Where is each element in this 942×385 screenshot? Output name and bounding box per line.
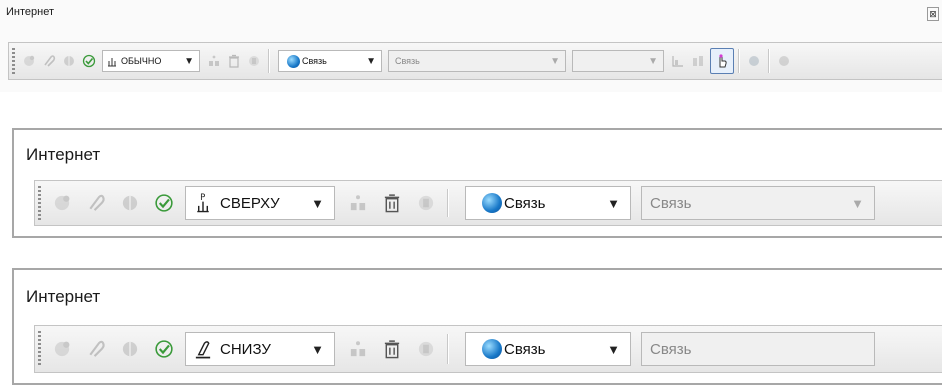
- attach-link-icon[interactable]: [81, 187, 111, 219]
- internet-toolbar-panel-bottom: Интернет СНИЗУ ▼ Связь ▼ Связь: [12, 268, 942, 385]
- trash-icon[interactable]: [224, 50, 244, 72]
- toolbar-separator: [447, 189, 449, 217]
- link-type-combo[interactable]: Связь ▼: [278, 50, 382, 72]
- check-link-icon[interactable]: [149, 333, 179, 365]
- distribute-icon[interactable]: [204, 50, 224, 72]
- link-type-value: Связь: [504, 194, 546, 212]
- attach-link-icon[interactable]: [39, 50, 59, 72]
- toolbar-separator: [268, 49, 270, 73]
- link-target-field[interactable]: Связь: [641, 332, 875, 366]
- hand-pointer-icon[interactable]: [710, 48, 734, 74]
- toolbar-separator: [447, 334, 449, 364]
- toolbar-grip[interactable]: [38, 186, 41, 220]
- chevron-down-icon[interactable]: ▼: [301, 342, 334, 357]
- panel-title: Интернет: [6, 6, 54, 18]
- insert-hyperlink-icon[interactable]: [19, 50, 39, 72]
- attach-link-icon[interactable]: [81, 333, 111, 365]
- panel-title: Интернет: [26, 145, 101, 164]
- link-target-field[interactable]: Связь ▼: [388, 50, 566, 72]
- anchor-bottom-icon: [186, 339, 220, 359]
- chevron-down-icon[interactable]: ▼: [179, 56, 199, 67]
- toolbar-separator: [768, 49, 770, 73]
- distribute-icon[interactable]: [343, 333, 373, 365]
- chevron-down-icon[interactable]: ▼: [301, 196, 334, 211]
- chevron-down-icon[interactable]: ▼: [841, 196, 874, 211]
- check-link-icon[interactable]: [149, 187, 179, 219]
- remove-link-icon[interactable]: [59, 50, 79, 72]
- close-icon[interactable]: ⊠: [927, 7, 939, 21]
- link-type-value: Связь: [504, 340, 546, 358]
- globe-icon: [482, 193, 502, 213]
- anchor-style-combo[interactable]: СНИЗУ ▼: [185, 332, 335, 366]
- link-extra-field[interactable]: ▼: [572, 50, 664, 72]
- distribute-icon[interactable]: [343, 187, 373, 219]
- link-target-value: Связь: [650, 340, 692, 358]
- globe-icon: [482, 339, 502, 359]
- trash-icon[interactable]: [377, 187, 407, 219]
- chevron-down-icon[interactable]: ▼: [361, 56, 381, 67]
- insert-hyperlink-icon[interactable]: [47, 187, 77, 219]
- panel-title: Интернет: [26, 287, 101, 306]
- link-target-value: Связь: [395, 56, 420, 66]
- check-link-icon[interactable]: [79, 50, 99, 72]
- anchor-style-value: СВЕРХУ: [220, 194, 280, 212]
- link-type-combo[interactable]: Связь ▼: [465, 186, 631, 220]
- chevron-down-icon[interactable]: ▼: [643, 56, 663, 67]
- chart-icon[interactable]: [668, 50, 688, 72]
- toolbar-separator: [738, 49, 740, 73]
- chevron-down-icon[interactable]: ▼: [597, 342, 630, 357]
- chevron-down-icon[interactable]: ▼: [597, 196, 630, 211]
- remove-link-icon[interactable]: [115, 187, 145, 219]
- columns-icon[interactable]: [688, 50, 708, 72]
- toolbar: P СВЕРХУ ▼ Связь ▼ Связь ▼: [34, 180, 942, 226]
- anchor-top-icon: P: [186, 193, 220, 213]
- link-target-field[interactable]: Связь ▼: [641, 186, 875, 220]
- anchor-icon: [103, 55, 121, 67]
- internet-toolbar-panel-small: Интернет ⊠ ОБЫЧНО ▼ Связь ▼ Связь ▼ ▼: [0, 0, 942, 92]
- anchor-style-value: СНИЗУ: [220, 340, 271, 358]
- globe-icon: [287, 54, 300, 68]
- toolbar-grip[interactable]: [38, 331, 41, 367]
- toolbar-grip[interactable]: [12, 48, 15, 74]
- link-target-value: Связь: [650, 194, 692, 212]
- link-type-combo[interactable]: Связь ▼: [465, 332, 631, 366]
- chevron-down-icon[interactable]: ▼: [545, 56, 565, 67]
- globe-link-icon[interactable]: [744, 50, 764, 72]
- anchor-style-combo[interactable]: ОБЫЧНО ▼: [102, 50, 200, 72]
- link-settings-icon[interactable]: [411, 187, 441, 219]
- link-settings-icon[interactable]: [244, 50, 264, 72]
- remove-link-icon[interactable]: [115, 333, 145, 365]
- web-page-icon[interactable]: [774, 50, 794, 72]
- toolbar: СНИЗУ ▼ Связь ▼ Связь: [34, 325, 942, 373]
- link-type-value: Связь: [302, 56, 327, 66]
- anchor-style-value: ОБЫЧНО: [121, 56, 162, 66]
- internet-toolbar-panel-top: Интернет P СВЕРХУ ▼ Связь ▼ Связь ▼: [12, 128, 942, 238]
- link-settings-icon[interactable]: [411, 333, 441, 365]
- trash-icon[interactable]: [377, 333, 407, 365]
- insert-hyperlink-icon[interactable]: [47, 333, 77, 365]
- anchor-style-combo[interactable]: P СВЕРХУ ▼: [185, 186, 335, 220]
- toolbar: ОБЫЧНО ▼ Связь ▼ Связь ▼ ▼: [8, 42, 942, 80]
